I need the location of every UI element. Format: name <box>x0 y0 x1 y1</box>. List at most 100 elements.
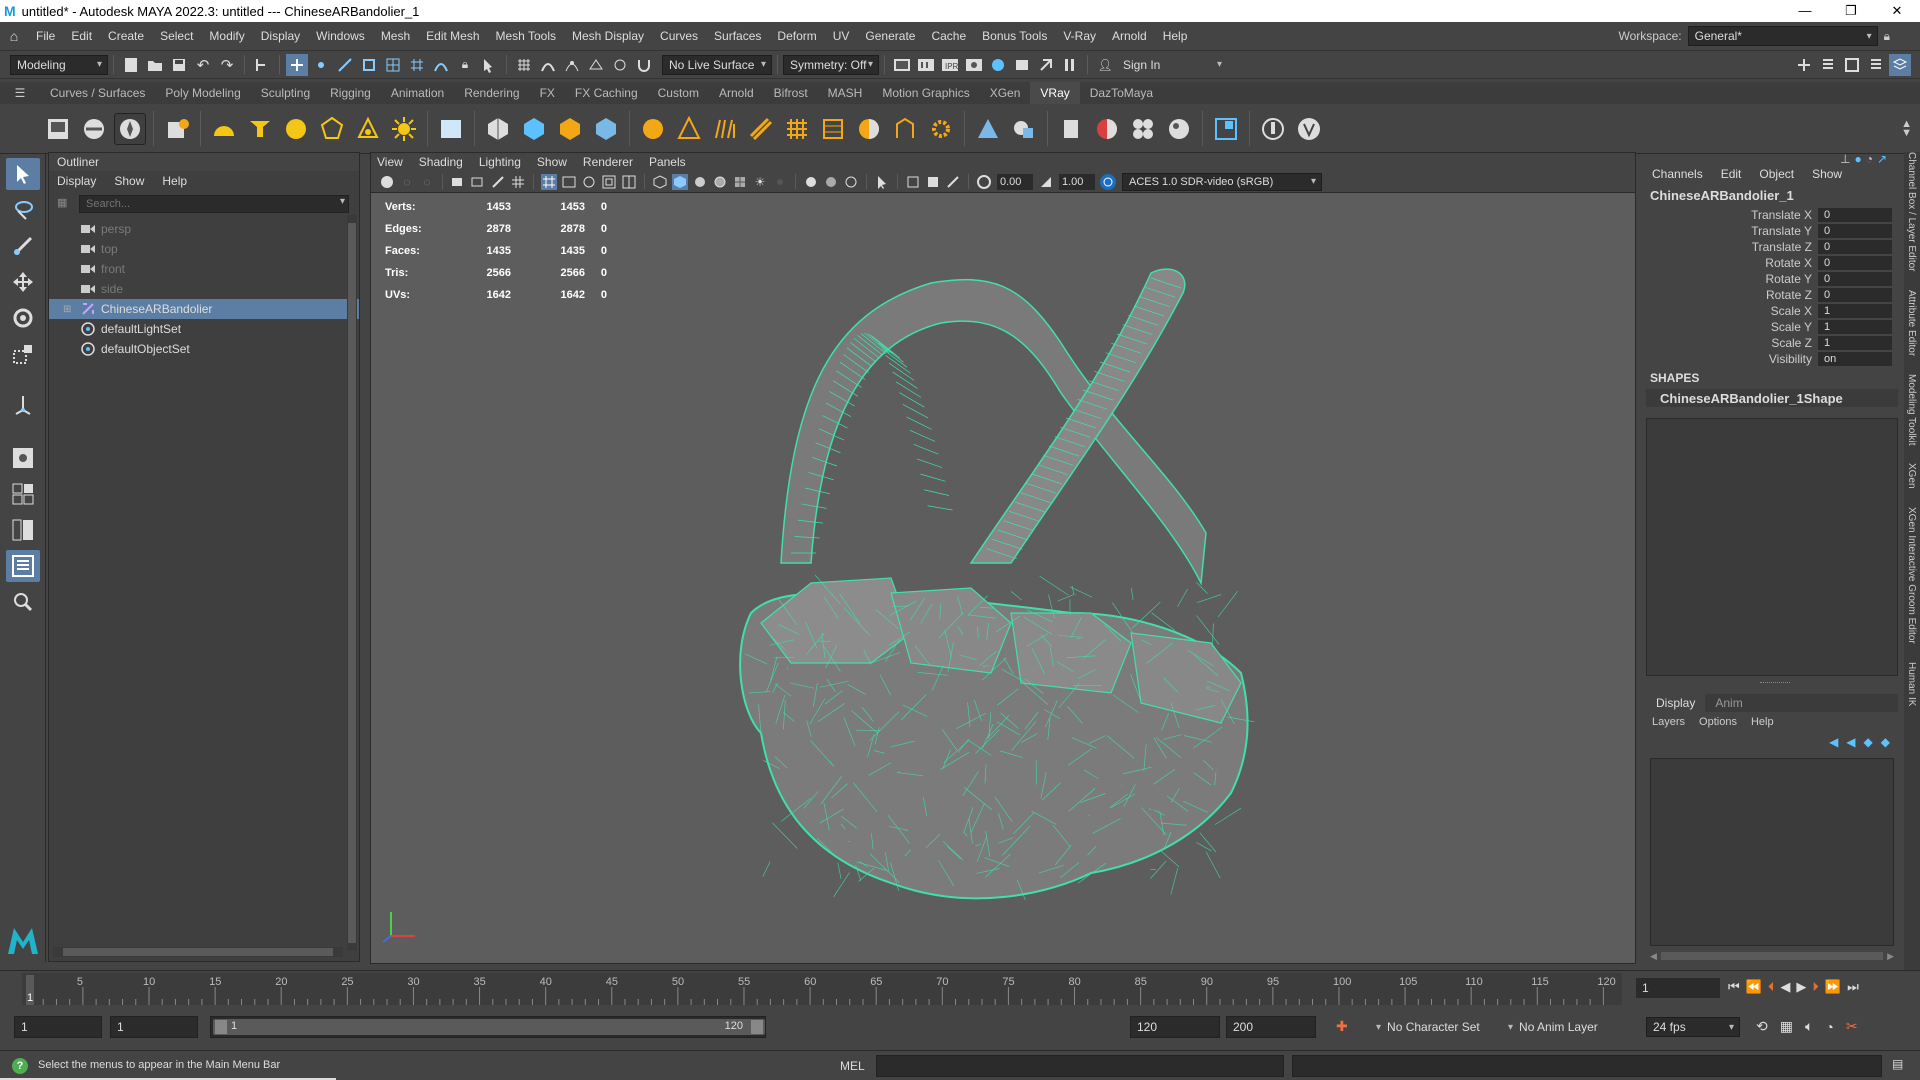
shelf-tab-daztomaya[interactable]: DazToMaya <box>1080 82 1163 104</box>
current-frame-field[interactable]: 1 <box>1636 978 1720 998</box>
filter-icon[interactable]: ▦ <box>57 196 67 209</box>
fps-dropdown[interactable]: 24 fps <box>1646 1017 1740 1037</box>
vray-material-icon[interactable] <box>853 113 885 145</box>
channel-attr-name[interactable]: Translate Y <box>1646 224 1818 238</box>
channel-attr-row[interactable]: Visibility on <box>1646 351 1898 367</box>
four-view-layout-icon[interactable] <box>6 478 40 510</box>
bandolier-mesh[interactable] <box>371 193 1635 963</box>
ipr-render-icon[interactable]: IPR <box>939 54 961 76</box>
shelf-tab-animation[interactable]: Animation <box>381 82 454 104</box>
shelf-tab-fx[interactable]: FX <box>530 82 565 104</box>
outliner-item[interactable]: defaultObjectSet <box>49 339 359 359</box>
default-material-icon[interactable] <box>692 174 708 190</box>
script-language-toggle[interactable]: MEL <box>840 1059 865 1073</box>
move-layer-down-icon[interactable]: ◀ <box>1846 735 1855 749</box>
channel-box-toggle-icon[interactable] <box>1865 54 1887 76</box>
channel-attr-row[interactable]: Translate X0 <box>1646 207 1898 223</box>
layer-tab-anim[interactable]: Anim <box>1705 694 1752 712</box>
vray-proxy-export-icon[interactable] <box>482 113 514 145</box>
channel-attr-name[interactable]: Translate X <box>1646 208 1818 222</box>
lock-selection-icon[interactable]: 🔒︎ <box>454 54 476 76</box>
channel-attr-name[interactable]: Rotate Y <box>1646 272 1818 286</box>
sign-in-dropdown[interactable]: Sign In <box>1117 54 1227 75</box>
vray-plane-icon[interactable] <box>435 113 467 145</box>
snap-grid-icon[interactable] <box>406 54 428 76</box>
vray-sun-icon[interactable] <box>388 113 420 145</box>
vray-mesh-light-icon[interactable] <box>316 113 348 145</box>
new-layer-icon[interactable]: ◆ <box>1864 735 1873 749</box>
exposure-icon[interactable] <box>976 174 992 190</box>
color-management-icon[interactable] <box>1100 173 1116 190</box>
image-plane-icon[interactable] <box>450 174 466 190</box>
go-to-end-icon[interactable]: ⏭ <box>1847 979 1859 995</box>
channel-object-name[interactable]: ChineseARBandolier_1 <box>1646 184 1898 207</box>
resolution-gate-icon[interactable] <box>561 174 577 190</box>
render-view-icon[interactable] <box>1011 54 1033 76</box>
vray-dirt-icon[interactable] <box>1163 113 1195 145</box>
viewport-panel[interactable]: View Shading Lighting Show Renderer Panels ◌ … <box>370 152 1636 964</box>
search-icon[interactable] <box>6 586 40 618</box>
shelf-tab-bifrost[interactable]: Bifrost <box>764 82 818 104</box>
channel-layer-splitter[interactable] <box>1760 682 1790 686</box>
shelf-tab-vray[interactable]: VRay <box>1030 82 1080 104</box>
menu-edit-mesh[interactable]: Edit Mesh <box>418 29 487 43</box>
vray-ies-light-icon[interactable] <box>352 113 384 145</box>
twod-pan-zoom-icon[interactable] <box>470 174 486 190</box>
menu-curves[interactable]: Curves <box>652 29 706 43</box>
channel-attr-name[interactable]: Translate Z <box>1646 240 1818 254</box>
home-icon[interactable]: ⌂ <box>0 28 28 44</box>
step-back-key-icon[interactable]: ⏪ <box>1746 979 1762 995</box>
select-by-component-icon[interactable] <box>286 53 308 76</box>
range-bar[interactable]: 1 120 <box>210 1016 766 1038</box>
user-icon[interactable]: 👤︎ <box>1094 54 1116 76</box>
shelf-tab-mash[interactable]: MASH <box>818 82 873 104</box>
hypershade-icon[interactable] <box>987 54 1009 76</box>
menu-mesh-tools[interactable]: Mesh Tools <box>488 29 564 43</box>
character-set-selector[interactable]: ▾ No Character Set <box>1376 1016 1480 1038</box>
vray-physical-camera-icon[interactable] <box>1055 113 1087 145</box>
outliner-item[interactable]: ⊞ ChineseARBandolier <box>49 299 359 319</box>
vray-log-icon[interactable] <box>161 113 193 145</box>
channel-attr-value[interactable]: on <box>1818 352 1892 366</box>
viewport-menu-renderer[interactable]: Renderer <box>583 155 633 169</box>
menu-uv[interactable]: UV <box>825 29 858 43</box>
vray-edges-icon[interactable] <box>1008 113 1040 145</box>
channel-attr-value[interactable]: 0 <box>1818 208 1892 222</box>
close-button[interactable]: ✕ <box>1874 3 1920 19</box>
channel-attr-name[interactable]: Scale X <box>1646 304 1818 318</box>
time-ruler[interactable]: 5 10 15 20 25 30 35 40 45 50 55 60 65 70 75 80 85 90 95 100… <box>22 973 1622 1005</box>
channel-attr-row[interactable]: Scale X1 <box>1646 303 1898 319</box>
use-all-lights-icon[interactable]: ☀ <box>752 174 768 190</box>
paint-select-tool-icon[interactable] <box>6 230 40 262</box>
channel-menu-object[interactable]: Object <box>1759 167 1794 181</box>
channel-attr-row[interactable]: Rotate Z0 <box>1646 287 1898 303</box>
channel-box-keys-icon[interactable]: ⊥ <box>1840 152 1850 166</box>
lasso-tool-icon[interactable] <box>6 194 40 226</box>
highlight-selection-icon[interactable] <box>478 54 500 76</box>
command-input[interactable] <box>876 1055 1284 1077</box>
attribute-editor-toggle-icon[interactable] <box>1817 54 1839 76</box>
snap-curve-icon[interactable] <box>430 54 452 76</box>
search-options-chevron-icon[interactable]: ▾ <box>340 196 345 207</box>
vray-ipr-icon[interactable] <box>114 112 146 145</box>
outliner-menu-show[interactable]: Show <box>114 174 144 188</box>
menu-v-ray[interactable]: V-Ray <box>1055 29 1104 43</box>
vray-fur-grow-icon[interactable] <box>709 113 741 145</box>
vray-color-icon[interactable] <box>1091 113 1123 145</box>
auto-key-icon[interactable]: ✚ <box>1336 1018 1348 1035</box>
grid-toggle-icon[interactable] <box>510 174 526 190</box>
gamma-icon[interactable] <box>1038 174 1054 190</box>
channel-attr-value[interactable]: 0 <box>1818 224 1892 238</box>
vray-sphere-light-icon[interactable] <box>280 113 312 145</box>
live-surface-dropdown[interactable]: No Live Surface <box>662 54 772 75</box>
vray-gear-icon[interactable] <box>925 113 957 145</box>
move-layer-up-icon[interactable]: ◀ <box>1829 735 1838 749</box>
outliner-menu-display[interactable]: Display <box>57 174 96 188</box>
anim-layer-selector[interactable]: ▾ No Anim Layer <box>1508 1016 1598 1038</box>
render-settings-icon[interactable] <box>963 54 985 76</box>
vray-fur-icon[interactable] <box>637 113 669 145</box>
channel-menu-edit[interactable]: Edit <box>1721 167 1742 181</box>
channel-box-link-icon[interactable]: ↗ <box>1877 152 1887 166</box>
play-forwards-icon[interactable]: ▶ <box>1796 979 1806 995</box>
save-scene-icon[interactable] <box>168 54 190 76</box>
